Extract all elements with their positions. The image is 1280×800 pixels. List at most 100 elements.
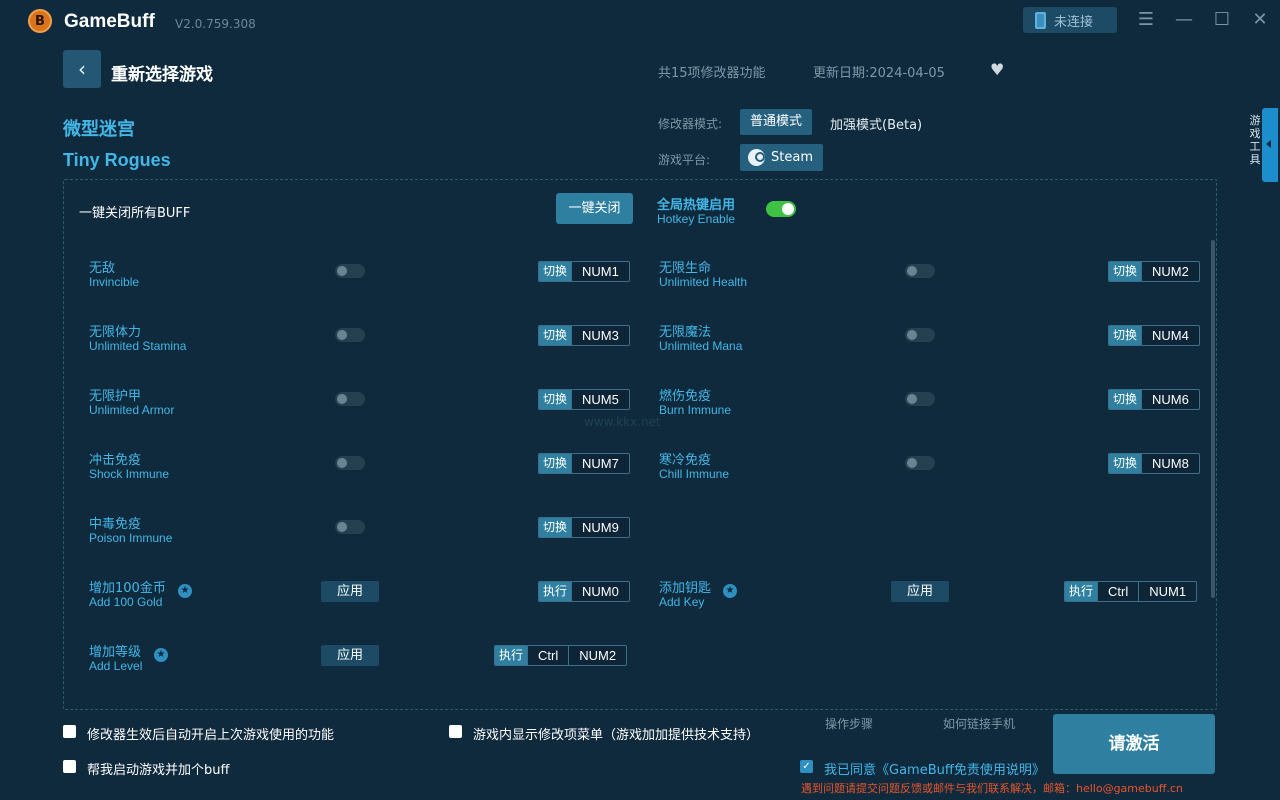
hotkey-action: 切换 — [1109, 390, 1142, 409]
burn-immune-toggle[interactable] — [905, 392, 935, 406]
phone-connect-button[interactable]: 未连接 — [1023, 7, 1117, 33]
hotkey-poison-immune[interactable]: 切换 NUM9 — [538, 517, 630, 538]
close-all-button[interactable]: 一键关闭 — [556, 193, 633, 224]
hotkey-action: 切换 — [539, 262, 572, 281]
back-button[interactable]: ‹ — [63, 50, 101, 88]
title-bar: B GameBuff V2.0.759.308 未连接 ☰ — ☐ ✕ — [0, 0, 1280, 42]
option-label-en: Shock Immune — [89, 467, 170, 481]
star-icon: ★ — [154, 648, 168, 662]
hotkey-enable-toggle[interactable] — [766, 201, 796, 217]
hotkey-action: 切换 — [1109, 454, 1142, 473]
mode-label: 修改器模式: — [658, 117, 723, 131]
option-label-cn: 中毒免疫 — [89, 517, 142, 532]
app-name: GameBuff — [64, 11, 155, 32]
chill-immune-toggle[interactable] — [905, 456, 935, 470]
hotkey-key: NUM3 — [571, 326, 629, 345]
option-label-cn: 无敌 — [89, 261, 116, 276]
add-key-apply-button[interactable]: 应用 — [891, 581, 949, 602]
activate-button[interactable]: 请激活 — [1053, 714, 1215, 774]
option-label-en: Burn Immune — [659, 403, 732, 417]
hotkey-label-cn: 全局热键启用 — [657, 198, 736, 213]
hotkey-unlimited-mana[interactable]: 切换 NUM4 — [1108, 325, 1200, 346]
star-icon: ★ — [723, 584, 737, 598]
hotkey-key: NUM5 — [571, 390, 629, 409]
unlimited-mana-toggle[interactable] — [905, 328, 935, 342]
steps-link[interactable]: 操作步骤 — [825, 715, 873, 732]
chevron-left-icon: ‹ — [78, 57, 86, 81]
hotkey-shock-immune[interactable]: 切换 NUM7 — [538, 453, 630, 474]
hotkey-add-key[interactable]: 执行 Ctrl NUM1 — [1064, 581, 1198, 602]
hotkey-key: NUM8 — [1141, 454, 1199, 473]
option-label-en: Chill Immune — [659, 467, 730, 481]
connect-status: 未连接 — [1054, 14, 1094, 30]
unlimited-armor-toggle[interactable] — [335, 392, 365, 406]
gamebuff-logo-icon: B — [28, 9, 52, 33]
shock-immune-toggle[interactable] — [335, 456, 365, 470]
platform-label: 游戏平台: — [658, 153, 711, 167]
hotkey-unlimited-health[interactable]: 切换 NUM2 — [1108, 261, 1200, 282]
agree-label[interactable]: 我已同意《GameBuff免责使用说明》 — [824, 759, 1045, 778]
hotkey-action: 切换 — [1109, 262, 1142, 281]
hotkey-action: 切换 — [539, 518, 572, 537]
hotkey-chill-immune[interactable]: 切换 NUM8 — [1108, 453, 1200, 474]
hotkey-unlimited-stamina[interactable]: 切换 NUM3 — [538, 325, 630, 346]
normal-mode-button[interactable]: 普通模式 — [740, 109, 812, 135]
add-level-apply-button[interactable]: 应用 — [321, 645, 379, 666]
hotkey-unlimited-armor[interactable]: 切换 NUM5 — [538, 389, 630, 410]
minimize-icon[interactable]: — — [1173, 10, 1195, 32]
star-icon: ★ — [178, 584, 192, 598]
app-version: V2.0.759.308 — [175, 17, 256, 31]
hotkey-action: 执行 — [539, 582, 572, 601]
close-icon[interactable]: ✕ — [1249, 10, 1271, 32]
menu-icon[interactable]: ☰ — [1135, 10, 1157, 32]
add-gold-apply-button[interactable]: 应用 — [321, 581, 379, 602]
option-label-cn: 添加钥匙 — [659, 581, 712, 596]
maximize-icon[interactable]: ☐ — [1211, 10, 1233, 32]
connect-phone-link[interactable]: 如何链接手机 — [943, 715, 1015, 732]
launch-game-label: 帮我启动游戏并加个buff — [87, 763, 230, 778]
ingame-menu-checkbox[interactable] — [449, 725, 462, 738]
launch-game-checkbox[interactable] — [63, 760, 76, 773]
hotkey-label-en: Hotkey Enable — [657, 212, 736, 226]
phone-icon — [1035, 11, 1046, 29]
enhanced-mode-button[interactable]: 加强模式(Beta) — [830, 114, 922, 133]
contact-notice: 遇到问题请提交问题反馈或邮件与我们联系解决，邮箱：hello@gamebuff.… — [801, 782, 1183, 795]
scrollbar[interactable] — [1211, 240, 1215, 598]
hotkey-add-gold[interactable]: 执行 NUM0 — [538, 581, 630, 602]
hotkey-key: NUM2 — [568, 646, 626, 665]
hotkey-modifier: Ctrl — [1097, 582, 1138, 601]
hotkey-action: 切换 — [539, 454, 572, 473]
agree-checkbox[interactable]: ✓ — [800, 760, 813, 773]
option-label-cn: 无限生命 — [659, 261, 712, 276]
option-label-en: Add Level — [89, 659, 143, 673]
unlimited-stamina-toggle[interactable] — [335, 328, 365, 342]
hotkey-burn-immune[interactable]: 切换 NUM6 — [1108, 389, 1200, 410]
close-all-label: 一键关闭所有BUFF — [79, 206, 191, 221]
hotkey-key: NUM7 — [571, 454, 629, 473]
auto-enable-checkbox[interactable] — [63, 725, 76, 738]
option-label-en: Poison Immune — [89, 531, 173, 545]
game-name-en: Tiny Rogues — [63, 150, 171, 170]
game-tools-side-tab[interactable]: 游戏工具 — [1244, 108, 1278, 182]
option-label-en: Invincible — [89, 275, 140, 289]
unlimited-health-toggle[interactable] — [905, 264, 935, 278]
hotkey-invincible[interactable]: 切换 NUM1 — [538, 261, 630, 282]
update-date: 更新日期:2024-04-05 — [813, 66, 945, 81]
side-tab-label: 游戏工具 — [1249, 114, 1261, 166]
favorite-heart-icon[interactable]: ♥ — [990, 60, 1004, 79]
game-name-cn: 微型迷宫 — [63, 119, 135, 140]
option-label-cn: 冲击免疫 — [89, 453, 142, 468]
hotkey-modifier: Ctrl — [527, 646, 568, 665]
poison-immune-toggle[interactable] — [335, 520, 365, 534]
hotkey-action: 执行 — [495, 646, 528, 665]
option-label-en: Add Key — [659, 595, 705, 609]
option-label-cn: 无限体力 — [89, 325, 142, 340]
invincible-toggle[interactable] — [335, 264, 365, 278]
platform-name: Steam — [771, 150, 813, 165]
hotkey-add-level[interactable]: 执行 Ctrl NUM2 — [494, 645, 628, 666]
option-label-en: Unlimited Armor — [89, 403, 175, 417]
option-label-cn: 无限魔法 — [659, 325, 712, 340]
steam-platform-button[interactable]: Steam — [740, 144, 823, 171]
trainer-panel — [63, 179, 1217, 710]
option-label-en: Unlimited Stamina — [89, 339, 187, 353]
